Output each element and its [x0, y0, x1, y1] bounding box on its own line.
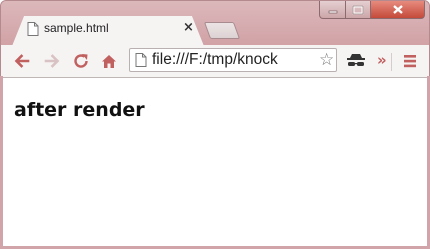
page-text: after render [14, 99, 145, 121]
extensions-overflow-button[interactable]: » [377, 51, 387, 69]
tab-close-button[interactable]: × [183, 20, 194, 36]
close-icon [392, 5, 403, 14]
minimize-icon [328, 10, 337, 13]
reload-icon[interactable] [72, 52, 90, 70]
bookmark-star-icon[interactable]: ☆ [316, 51, 336, 69]
home-icon[interactable] [100, 52, 118, 70]
tab-title: sample.html [44, 21, 109, 35]
page-icon [27, 22, 39, 36]
browser-window: sample.html × file:///F:/tmp/knock ☆ » a… [0, 0, 430, 249]
incognito-mask-icon[interactable] [345, 52, 367, 70]
toolbar: file:///F:/tmp/knock ☆ » [1, 45, 429, 78]
maximize-button[interactable] [345, 1, 371, 19]
address-bar[interactable]: file:///F:/tmp/knock ☆ [129, 48, 337, 72]
forward-arrow-icon[interactable] [43, 52, 61, 70]
back-arrow-icon[interactable] [13, 52, 31, 70]
maximize-icon [352, 5, 364, 14]
page-content: after render [1, 78, 429, 248]
title-bar[interactable]: sample.html × [1, 1, 429, 45]
toolbar-divider [391, 53, 392, 71]
window-border-left [0, 76, 3, 249]
url-text[interactable]: file:///F:/tmp/knock [152, 51, 278, 69]
close-window-button[interactable] [370, 1, 425, 19]
menu-icon[interactable] [401, 52, 419, 70]
new-tab-button[interactable] [203, 22, 241, 39]
minimize-button[interactable] [319, 1, 346, 19]
page-icon [135, 53, 147, 67]
